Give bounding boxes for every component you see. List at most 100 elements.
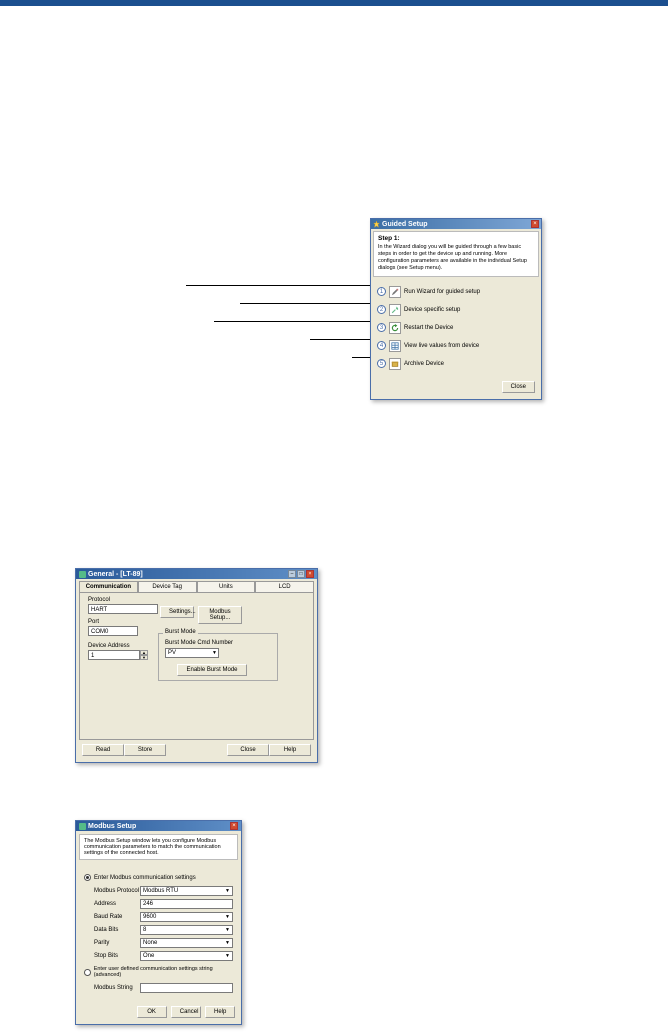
guided-option-archive[interactable]: 5 Archive Device: [377, 355, 535, 373]
protocol-value: HART: [88, 604, 158, 614]
burst-mode-legend: Burst Mode: [163, 629, 198, 635]
help-button[interactable]: Help: [205, 1006, 235, 1018]
modbus-footer: OK Cancel Help: [76, 1002, 241, 1024]
tab-device-tag[interactable]: Device Tag: [138, 581, 197, 592]
radio-enter-settings[interactable]: Enter Modbus communication settings: [84, 874, 233, 881]
page-header-bar: [0, 0, 668, 6]
protocol-value: Modbus RTU: [143, 888, 178, 894]
archive-icon: [389, 358, 401, 370]
spin-down-button[interactable]: ▼: [140, 655, 148, 660]
burst-cmd-value: PV: [168, 650, 176, 656]
guided-option-wizard[interactable]: 1 Run Wizard for guided setup: [377, 283, 535, 301]
stopbits-select[interactable]: One ▼: [140, 951, 233, 961]
general-title: General - [LT-89]: [88, 571, 288, 578]
close-button[interactable]: ×: [531, 220, 539, 228]
guided-option-view-live[interactable]: 4 View live values from device: [377, 337, 535, 355]
guided-option-device-setup[interactable]: 2 Device specific setup: [377, 301, 535, 319]
modbus-databits-row: Data Bits 8 ▼: [94, 925, 233, 935]
chevron-down-icon: ▼: [225, 940, 230, 946]
protocol-select[interactable]: Modbus RTU ▼: [140, 886, 233, 896]
chevron-down-icon: ▼: [212, 650, 217, 656]
close-button[interactable]: ×: [230, 822, 238, 830]
modbus-baud-row: Baud Rate 9600 ▼: [94, 912, 233, 922]
modbus-string-input[interactable]: [140, 983, 233, 993]
databits-value: 8: [143, 927, 146, 933]
store-button[interactable]: Store: [124, 744, 166, 756]
baud-value: 9600: [143, 914, 156, 920]
general-body: Protocol HART Port COM0 Settings... Modb…: [79, 592, 314, 740]
connector-line-1: [186, 285, 376, 286]
enable-burst-button[interactable]: Enable Burst Mode: [177, 664, 247, 676]
guided-setup-dialog: Guided Setup × Step 1: In the Wizard dia…: [370, 218, 542, 400]
guided-options: 1 Run Wizard for guided setup 2 Device s…: [371, 279, 541, 377]
option-label: Restart the Device: [404, 325, 453, 331]
device-address-value[interactable]: 1: [88, 650, 140, 660]
baud-label: Baud Rate: [94, 914, 140, 920]
read-button[interactable]: Read: [82, 744, 124, 756]
address-value: 246: [143, 901, 153, 907]
burst-cmd-label: Burst Mode Cmd Number: [165, 640, 233, 646]
radio-user-string[interactable]: Enter user defined communication setting…: [84, 966, 233, 978]
step-number: 4: [377, 341, 386, 350]
burst-mode-group: Burst Mode Burst Mode Cmd Number PV ▼ En…: [158, 633, 278, 681]
close-button[interactable]: Close: [502, 381, 535, 393]
stopbits-value: One: [143, 953, 154, 959]
port-value: COM0: [88, 626, 138, 636]
footer-spacer: [166, 744, 227, 756]
tab-lcd[interactable]: LCD: [255, 581, 314, 592]
general-tabs: Communication Device Tag Units LCD: [76, 579, 317, 592]
device-icon: [79, 571, 86, 578]
close-button[interactable]: ×: [306, 570, 314, 578]
tab-communication[interactable]: Communication: [79, 581, 138, 592]
chevron-down-icon: ▼: [225, 927, 230, 933]
baud-select[interactable]: 9600 ▼: [140, 912, 233, 922]
address-label: Address: [94, 901, 140, 907]
databits-select[interactable]: 8 ▼: [140, 925, 233, 935]
port-field: Port COM0: [88, 619, 138, 636]
radio-label: Enter Modbus communication settings: [94, 875, 196, 881]
radio-label: Enter user defined communication setting…: [94, 966, 233, 978]
spinner-buttons: ▲ ▼: [140, 650, 148, 660]
maximize-button[interactable]: □: [297, 570, 305, 578]
modbus-parity-row: Parity None ▼: [94, 938, 233, 948]
modbus-address-row: Address 246 ▼: [94, 899, 233, 909]
modbus-string-row: Modbus String: [94, 983, 233, 993]
close-button[interactable]: Close: [227, 744, 269, 756]
guided-title: Guided Setup: [382, 221, 531, 228]
protocol-label: Modbus Protocol: [94, 888, 140, 894]
parity-label: Parity: [94, 940, 140, 946]
device-icon: [79, 823, 86, 830]
minimize-button[interactable]: –: [288, 570, 296, 578]
burst-cmd-select[interactable]: PV ▼: [165, 648, 219, 658]
ok-button[interactable]: OK: [137, 1006, 167, 1018]
tab-units[interactable]: Units: [197, 581, 256, 592]
modbus-protocol-row: Modbus Protocol Modbus RTU ▼: [94, 886, 233, 896]
guided-option-restart[interactable]: 3 Restart the Device: [377, 319, 535, 337]
port-label: Port: [88, 619, 138, 625]
help-button[interactable]: Help: [269, 744, 311, 756]
modbus-setup-button[interactable]: Modbus Setup...: [198, 606, 242, 624]
pencil-icon: [389, 286, 401, 298]
device-address-spinner[interactable]: 1 ▲ ▼: [88, 650, 148, 660]
connector-line-2: [240, 303, 376, 304]
step-number: 1: [377, 287, 386, 296]
protocol-field: Protocol HART: [88, 597, 158, 614]
step-number: 5: [377, 359, 386, 368]
window-buttons: – □ ×: [288, 570, 314, 578]
settings-button[interactable]: Settings...: [160, 606, 194, 618]
option-label: Run Wizard for guided setup: [404, 289, 480, 295]
step-number: 3: [377, 323, 386, 332]
device-address-label: Device Address: [88, 643, 148, 649]
step-number: 2: [377, 305, 386, 314]
radio-icon: [84, 874, 91, 881]
address-input[interactable]: 246 ▼: [140, 899, 233, 909]
chevron-down-icon: ▼: [225, 888, 230, 894]
general-footer: Read Store Close Help: [76, 740, 317, 762]
modbus-body: Enter Modbus communication settings Modb…: [76, 863, 241, 1002]
step-text: In the Wizard dialog you will be guided …: [378, 244, 534, 273]
option-label: View live values from device: [404, 343, 479, 349]
table-icon: [389, 340, 401, 352]
guided-footer: Close: [371, 377, 541, 399]
parity-select[interactable]: None ▼: [140, 938, 233, 948]
cancel-button[interactable]: Cancel: [171, 1006, 201, 1018]
